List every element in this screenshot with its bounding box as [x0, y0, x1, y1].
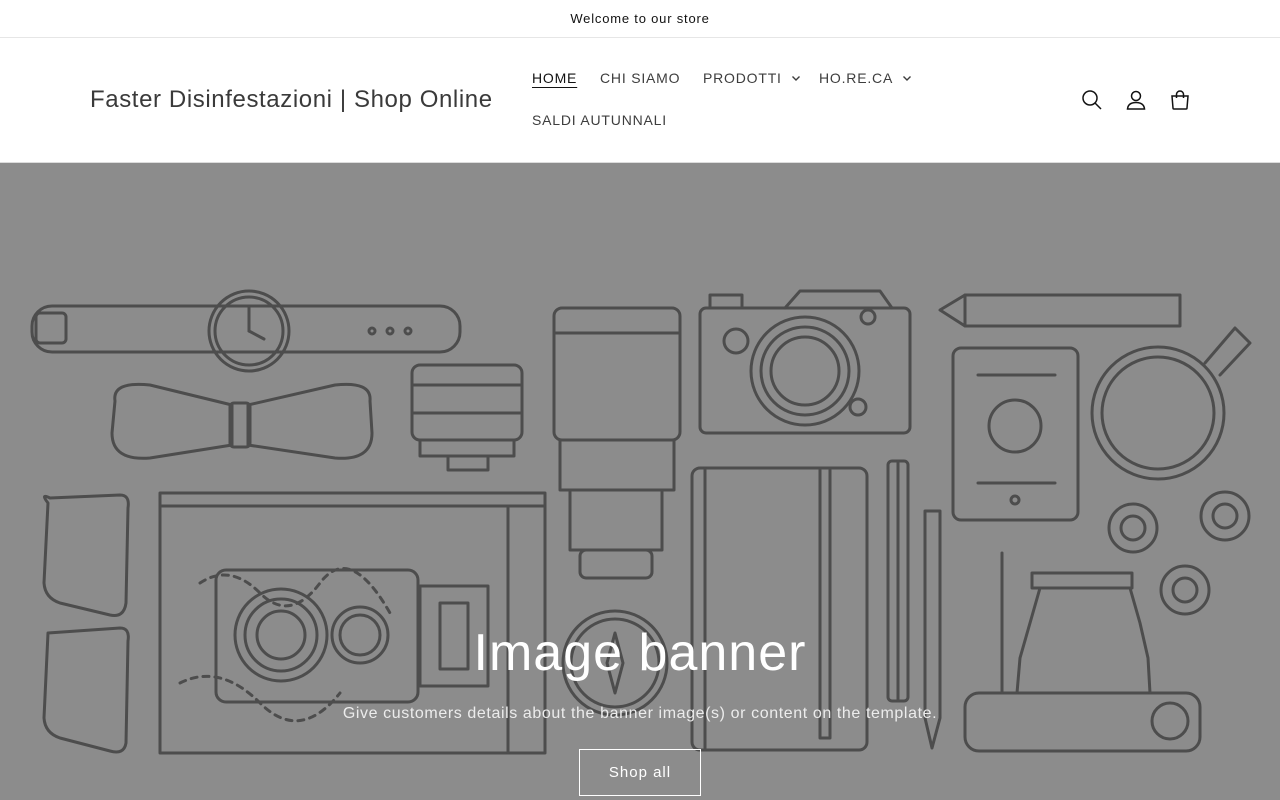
chevron-down-icon — [791, 73, 801, 83]
account-icon — [1126, 90, 1146, 110]
nav-item-home[interactable]: HOME — [520, 58, 589, 98]
main-navigation: HOME CHI SIAMO PRODOTTI HO.RE.CA SALDI A… — [520, 58, 940, 148]
search-button[interactable] — [1070, 78, 1114, 122]
account-button[interactable] — [1114, 78, 1158, 122]
shop-all-button[interactable]: Shop all — [579, 749, 701, 796]
cart-button[interactable] — [1158, 78, 1202, 122]
nav-item-saldi-autunnali[interactable]: SALDI AUTUNNALI — [520, 100, 679, 140]
store-logo[interactable]: Faster Disinfestazioni | Shop Online — [90, 86, 493, 114]
nav-item-label: HO.RE.CA — [819, 70, 894, 86]
nav-item-horeca[interactable]: HO.RE.CA — [807, 58, 924, 98]
nav-item-label: HOME — [532, 70, 578, 86]
nav-item-chi-siamo[interactable]: CHI SIAMO — [588, 58, 692, 98]
banner-title: Image banner — [473, 624, 807, 682]
search-icon — [1082, 90, 1102, 110]
image-banner: Image banner Give customers details abou… — [0, 163, 1280, 800]
banner-text: Give customers details about the banner … — [342, 705, 938, 722]
announcement-text: Welcome to our store — [570, 11, 710, 26]
nav-item-label: SALDI AUTUNNALI — [532, 112, 667, 128]
site-header: Faster Disinfestazioni | Shop Online HOM… — [0, 38, 1280, 163]
banner-content: Image banner Give customers details abou… — [0, 623, 1280, 796]
nav-item-label: CHI SIAMO — [600, 70, 681, 86]
chevron-down-icon — [902, 73, 912, 83]
header-icons — [1070, 78, 1202, 122]
nav-item-label: PRODOTTI — [703, 70, 782, 86]
announcement-bar: Welcome to our store — [0, 0, 1280, 38]
cart-icon — [1171, 90, 1189, 110]
nav-item-prodotti[interactable]: PRODOTTI — [691, 58, 813, 98]
